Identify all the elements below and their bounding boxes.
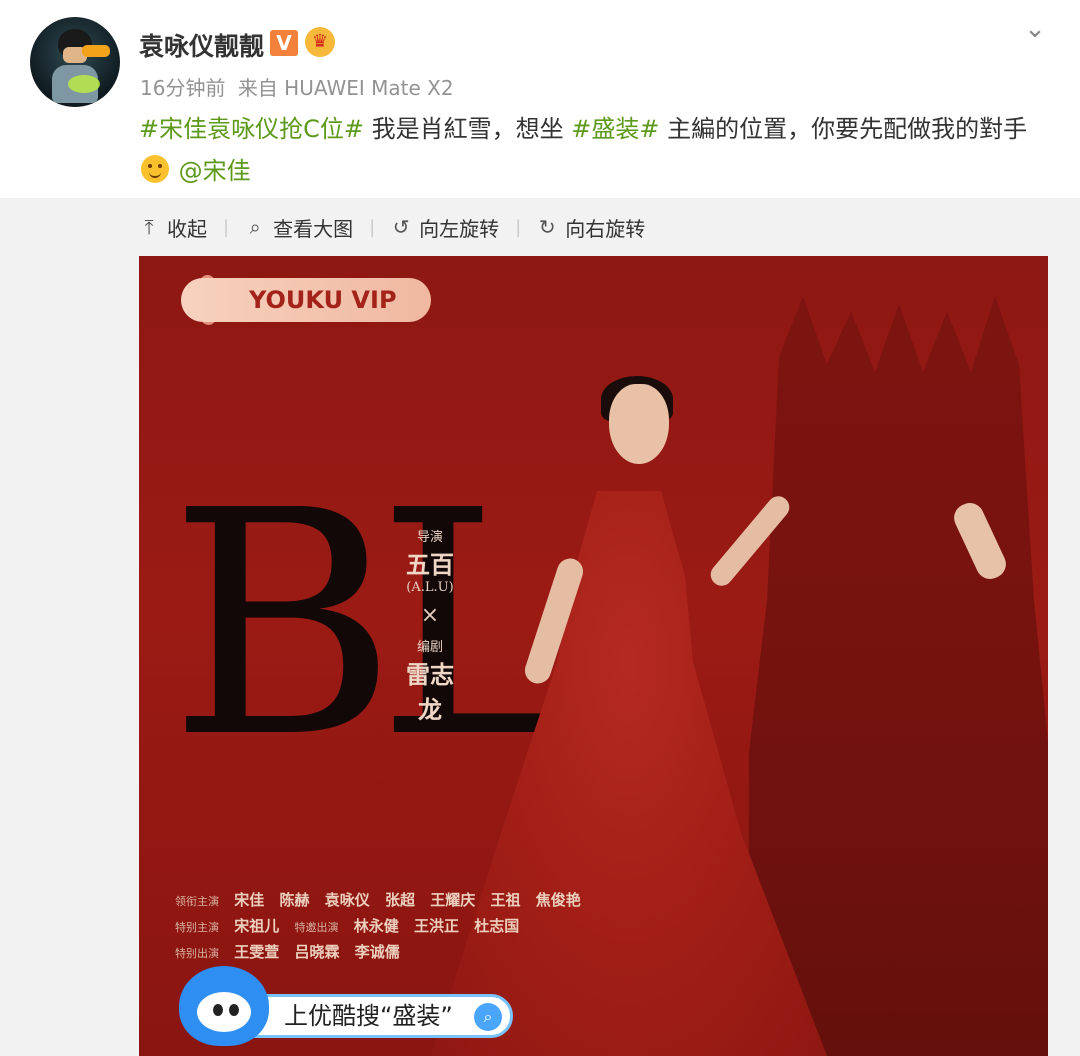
member-crown-icon: ♛	[305, 27, 335, 57]
upload-arrow-icon: ⤒	[144, 215, 154, 239]
cast-row: 领衔主演 宋佳 陈赫 袁咏仪 张超 王耀庆 王祖 焦俊艳	[175, 888, 591, 914]
cast-name: 李诚儒	[354, 943, 400, 961]
search-pill-text: 上优酷搜“盛装”	[284, 1002, 453, 1030]
director-en: (A.L.U)	[406, 580, 454, 595]
mascot-eye	[229, 1004, 239, 1016]
cast-name: 焦俊艳	[535, 891, 581, 909]
cast-row: 特别出演 王雯萱 吕晓霖 李诚儒	[175, 940, 591, 966]
cast-name: 林永健	[353, 917, 399, 935]
cast-name: 宋祖儿	[234, 917, 280, 935]
verified-v-icon: V	[270, 30, 298, 56]
poster-cast-list: 领衔主演 宋佳 陈赫 袁咏仪 张超 王耀庆 王祖 焦俊艳 特别主演 宋祖儿 特邀…	[175, 888, 591, 966]
cast-name: 杜志国	[474, 917, 520, 935]
youku-mascot-icon	[179, 966, 269, 1046]
rotate-left-label: 向左旋转	[419, 216, 500, 241]
post-text-segment: 我是肖紅雪，想坐	[363, 115, 572, 143]
post-content: #宋佳袁咏仪抢C位# 我是肖紅雪，想坐 #盛装# 主編的位置，你要先配做我的對手…	[139, 108, 1039, 192]
cast-name: 袁咏仪	[324, 891, 370, 909]
cast-role: 领衔主演	[175, 895, 219, 908]
cast-name: 王耀庆	[430, 891, 476, 909]
mascot-eye	[213, 1004, 223, 1016]
toolbar-divider: |	[369, 216, 376, 238]
collapse-label: 收起	[167, 216, 207, 241]
cast-name: 王祖	[490, 891, 521, 909]
rotate-right-label: 向右旋转	[565, 216, 646, 241]
director-label: 导演	[416, 530, 443, 545]
cast-name: 王洪正	[413, 917, 459, 935]
youku-vip-logo: YOUKU VIP	[181, 278, 431, 322]
cast-name: 宋佳	[234, 891, 265, 909]
cast-role: 特别出演	[175, 947, 219, 960]
rotate-left-icon: ↺	[392, 215, 410, 239]
poster-credits: 导演 五百 (A.L.U) × 编剧 雷志龙	[395, 526, 465, 725]
post-meta: 16分钟前 来自 HUAWEI Mate X2	[140, 72, 454, 101]
cast-role: 特别主演	[175, 921, 219, 934]
view-large-label: 查看大图	[273, 216, 354, 241]
post-image[interactable]: YOUKU VIP BL 导演 五百 (A.L.U) × 编剧 雷志龙 领衔主演…	[139, 256, 1048, 1056]
search-icon: ⌕	[474, 1003, 502, 1031]
avatar-glow	[68, 75, 100, 93]
writer-label: 编剧	[416, 640, 443, 655]
post-text-segment: 主編的位置，你要先配做我的對手	[659, 115, 1028, 143]
writer-name: 雷志龙	[406, 660, 454, 724]
poster-big-letters: BL	[169, 445, 583, 806]
weibo-post-header: 袁咏仪靓靓 V ♛ 16分钟前 来自 HUAWEI Mate X2 ⌄ #宋佳袁…	[0, 0, 1080, 198]
director-name: 五百	[406, 550, 454, 579]
post-source-prefix: 来自	[237, 76, 278, 100]
rotate-right-button[interactable]: ↻ 向右旋转	[537, 213, 645, 242]
post-source-device[interactable]: HUAWEI Mate X2	[284, 76, 453, 100]
username[interactable]: 袁咏仪靓靓	[139, 27, 264, 63]
cast-row: 特别主演 宋祖儿 特邀出演 林永健 王洪正 杜志国	[175, 914, 591, 940]
smile-emoji-icon	[141, 155, 169, 183]
chevron-down-icon[interactable]: ⌄	[1020, 14, 1050, 44]
avatar-goggles	[82, 45, 110, 57]
cast-name: 陈赫	[279, 891, 310, 909]
mascot-face	[197, 992, 251, 1032]
hashtag-link[interactable]: #盛装#	[571, 115, 659, 143]
avatar[interactable]	[30, 17, 120, 107]
toolbar-divider: |	[223, 216, 230, 238]
media-area: ⤒ 收起 | ⌕ 查看大图 | ↺ 向左旋转 | ↻ 向右旋转 YOUKU VI…	[0, 198, 1080, 1056]
face-graphic	[609, 384, 669, 464]
hashtag-link[interactable]: #宋佳袁咏仪抢C位#	[139, 115, 364, 143]
throne-graphic	[749, 296, 1048, 1056]
cast-name: 吕晓霖	[294, 943, 340, 961]
cast-role: 特邀出演	[294, 921, 339, 934]
rotate-right-icon: ↻	[538, 215, 556, 239]
rotate-left-button[interactable]: ↺ 向左旋转	[391, 213, 499, 242]
view-large-button[interactable]: ⌕ 查看大图	[245, 213, 353, 242]
toolbar-divider: |	[515, 216, 522, 238]
magnifier-icon: ⌕	[249, 215, 261, 239]
post-time: 16分钟前	[140, 76, 226, 100]
cast-name: 王雯萱	[234, 943, 280, 961]
mention-link[interactable]: @宋佳	[179, 157, 251, 185]
collapse-button[interactable]: ⤒ 收起	[139, 213, 207, 242]
cast-name: 张超	[384, 891, 415, 909]
credits-times: ×	[420, 603, 440, 628]
image-toolbar: ⤒ 收起 | ⌕ 查看大图 | ↺ 向左旋转 | ↻ 向右旋转	[139, 212, 646, 242]
